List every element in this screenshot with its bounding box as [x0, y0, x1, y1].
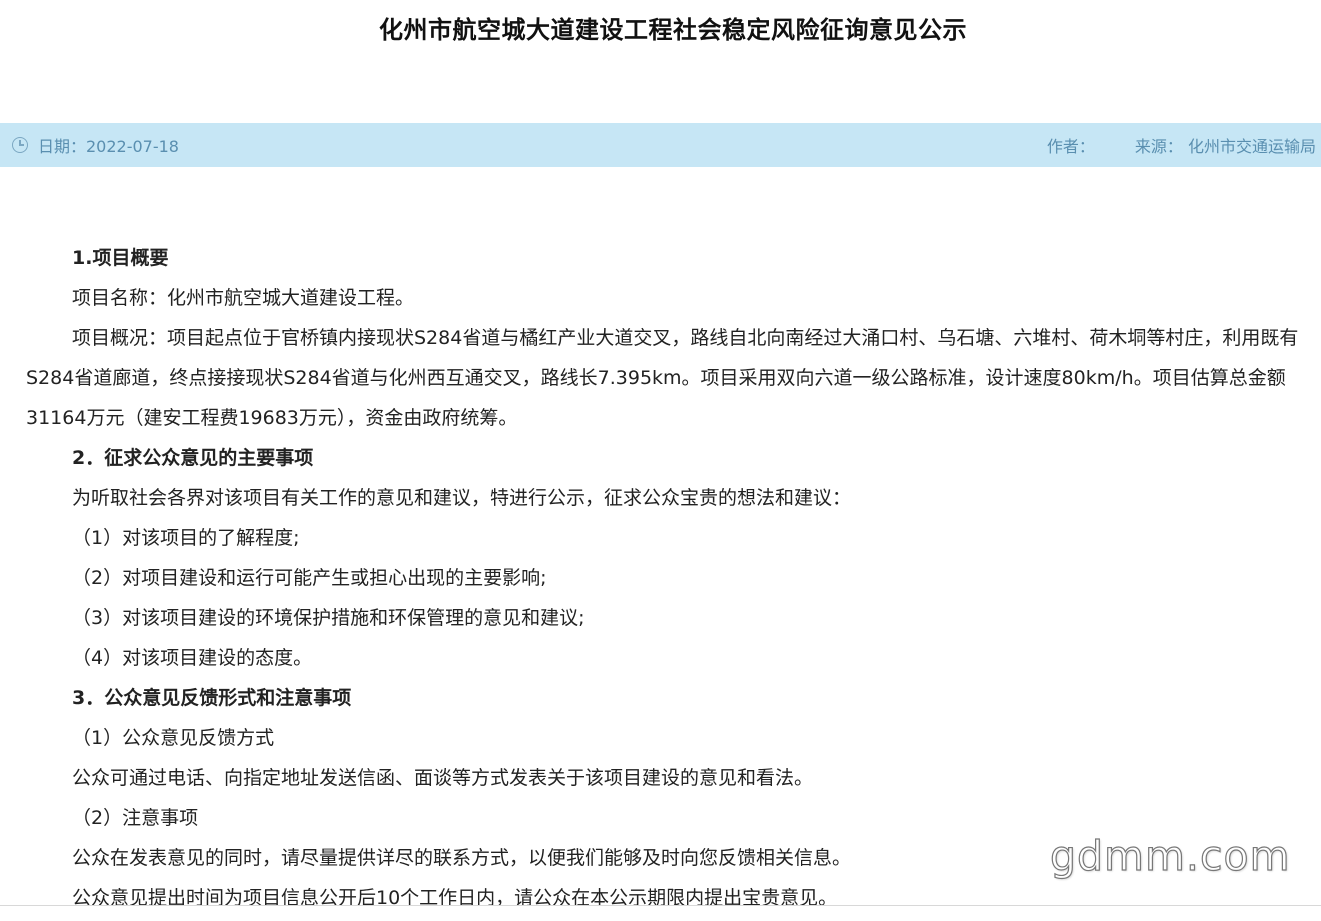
- paragraph: 项目概况：项目起点位于官桥镇内接现状S284省道与橘红产业大道交叉，路线自北向南…: [26, 327, 1299, 429]
- paragraph: 项目名称：化州市航空城大道建设工程。: [72, 287, 415, 309]
- section-heading: 1.项目概要: [72, 247, 169, 269]
- author-label: 作者：: [1046, 137, 1095, 156]
- bottom-divider: [0, 905, 1321, 921]
- list-item: （3）对该项目建设的环境保护措施和环保管理的意见和建议;: [72, 607, 585, 629]
- publish-date: 日期：2022-07-18: [38, 137, 179, 156]
- article-body: 1.项目概要 项目名称：化州市航空城大道建设工程。 项目概况：项目起点位于官桥镇…: [26, 238, 1311, 918]
- date-group: 日期：2022-07-18: [12, 123, 179, 167]
- page-title: 化州市航空城大道建设工程社会稳定风险征询意见公示: [379, 16, 967, 44]
- article-meta-bar: 日期：2022-07-18 作者： 来源： 化州市交通运输局: [0, 123, 1321, 167]
- paragraph: 公众可通过电话、向指定地址发送信函、面谈等方式发表关于该项目建设的意见和看法。: [72, 767, 814, 789]
- list-item: （1）对该项目的了解程度;: [72, 527, 300, 549]
- watermark-logo: gdmm.com: [1049, 831, 1291, 880]
- clock-icon: [12, 137, 28, 153]
- list-item: （2）对项目建设和运行可能产生或担心出现的主要影响;: [72, 567, 547, 589]
- subheading: （1）公众意见反馈方式: [72, 727, 275, 749]
- section-heading: 3．公众意见反馈形式和注意事项: [72, 687, 352, 709]
- paragraph: 为听取社会各界对该项目有关工作的意见和建议，特进行公示，征求公众宝贵的想法和建议…: [72, 487, 852, 509]
- source-label: 来源： 化州市交通运输局: [1134, 137, 1316, 156]
- author-source-group: 作者： 来源： 化州市交通运输局: [1047, 123, 1316, 167]
- section-heading: 2．征求公众意见的主要事项: [72, 447, 314, 469]
- list-item: （4）对该项目建设的态度。: [72, 647, 313, 669]
